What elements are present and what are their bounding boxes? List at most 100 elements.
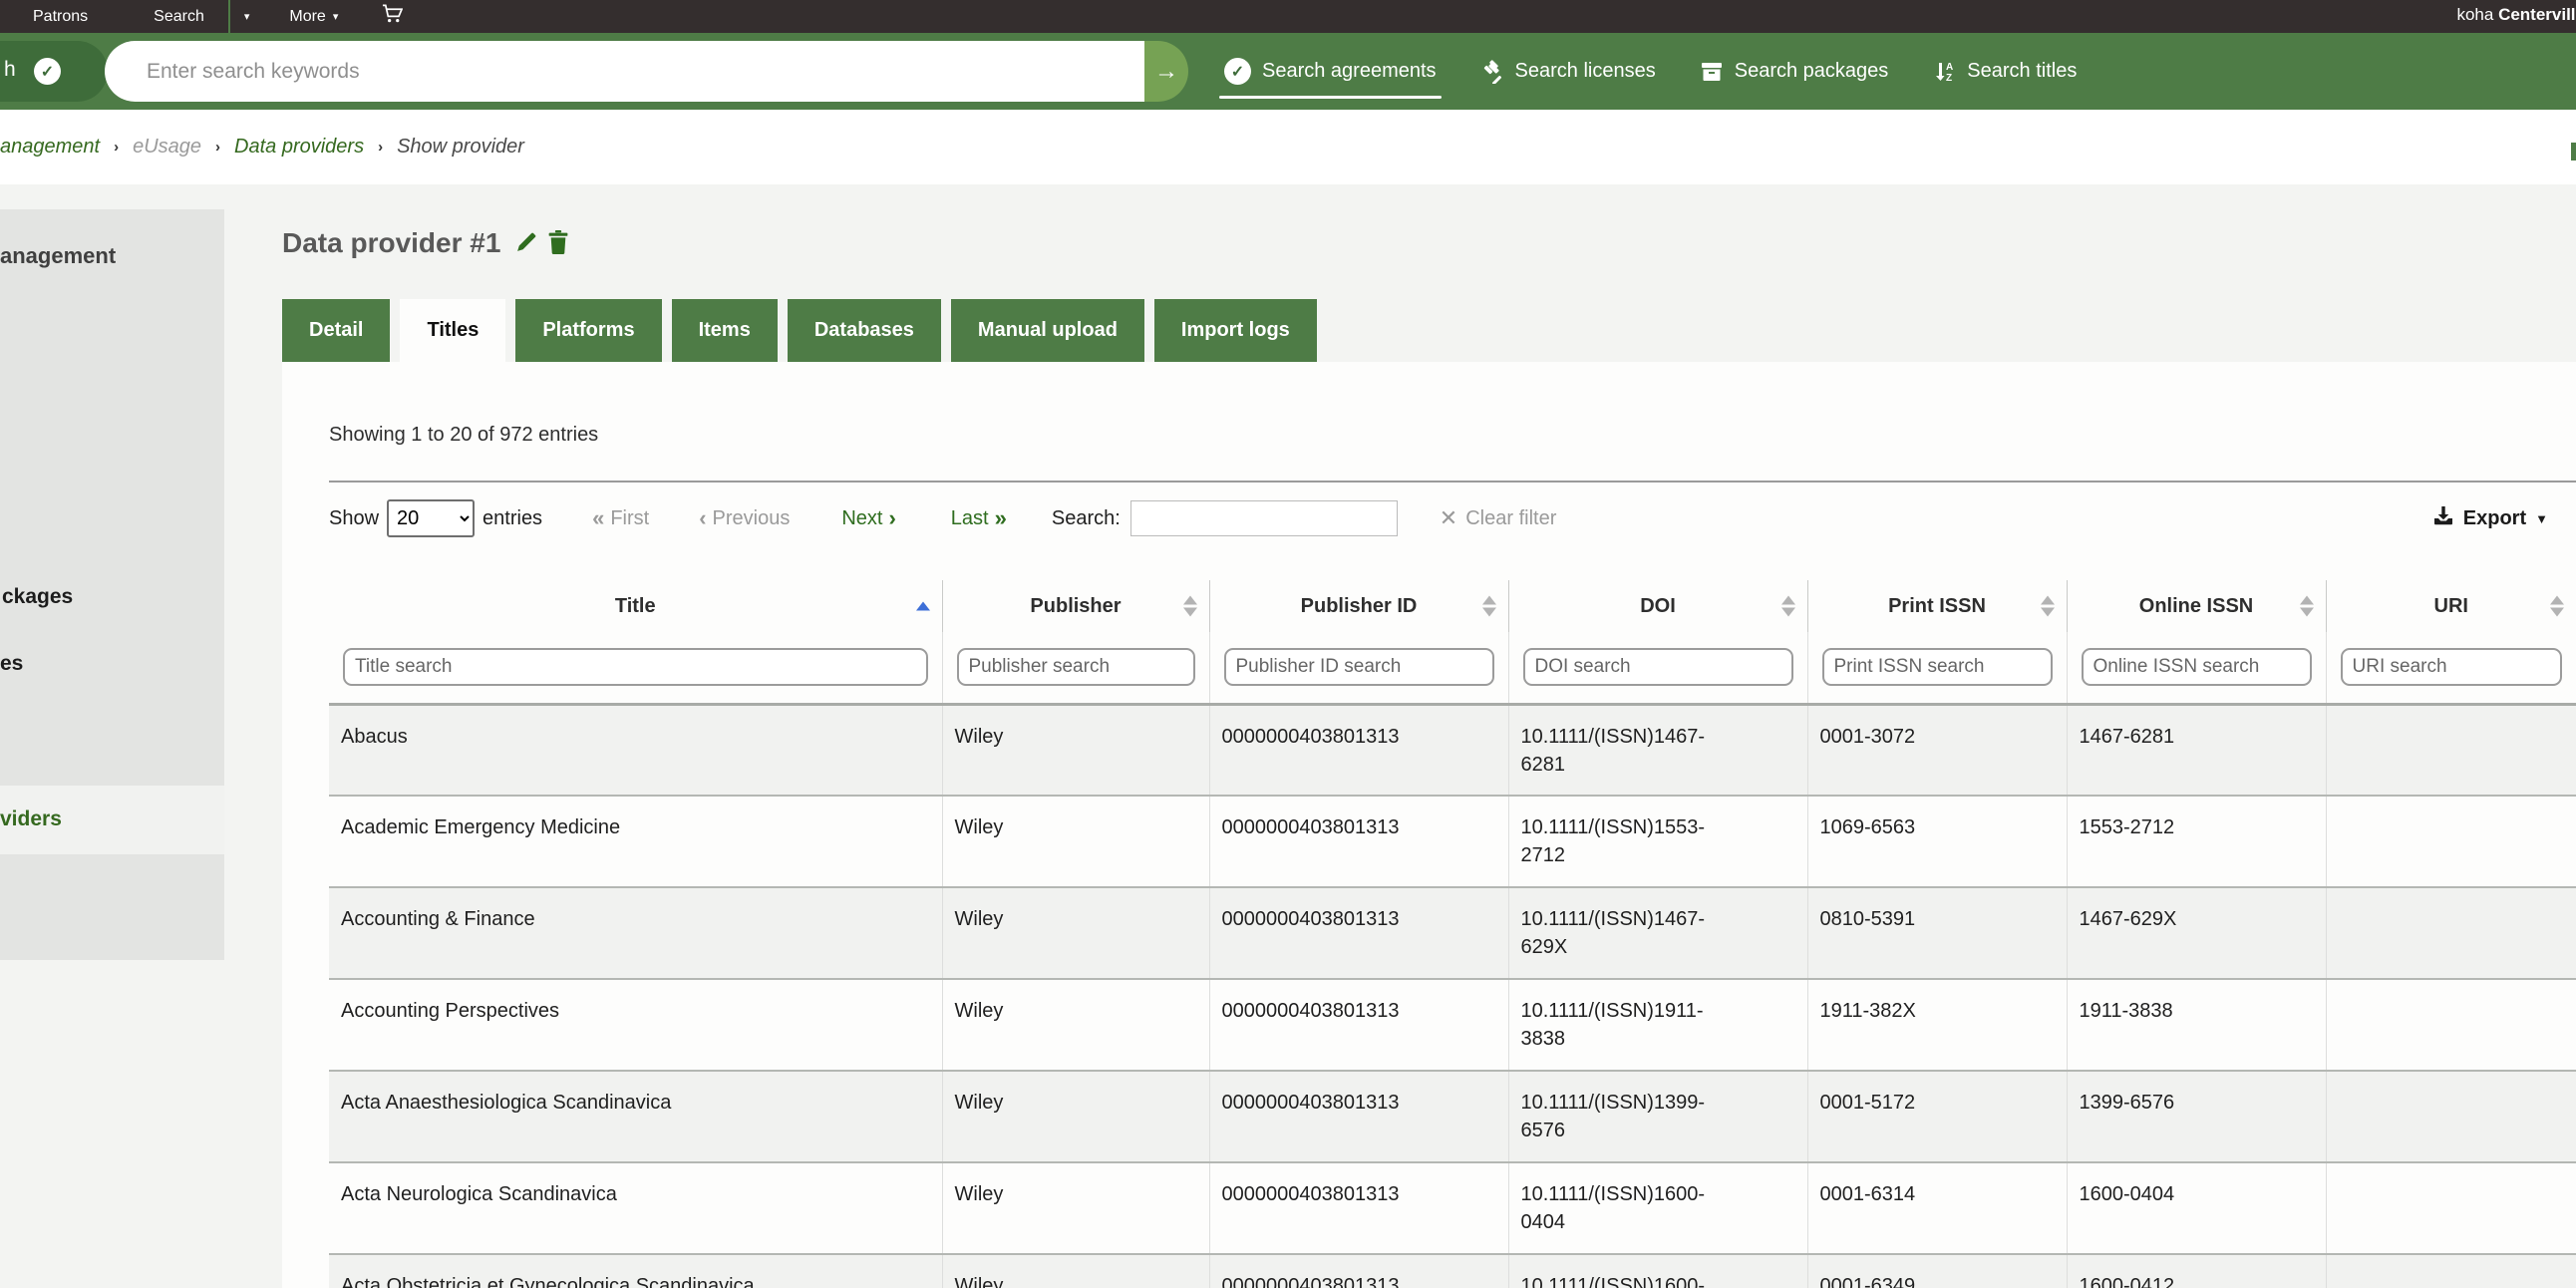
column-header-uri[interactable]: URI (2325, 580, 2576, 632)
cell-online-issn: 1600-0404 (2066, 1161, 2326, 1254)
pagination-next[interactable]: Next › (841, 505, 895, 531)
pagination-previous[interactable]: ‹ Previous (699, 505, 790, 531)
scrollbar-fragment[interactable] (2571, 143, 2576, 161)
cell-publisher: Wiley (941, 1253, 1209, 1288)
table-row[interactable]: Accounting Perspectives Wiley 0000000403… (329, 978, 2576, 1071)
search-scope-label-fragment: h (4, 58, 16, 81)
search-scope-pill[interactable]: h ✓ (0, 41, 108, 102)
cell-publisher: Wiley (941, 702, 1209, 796)
tab-titles[interactable]: Titles (400, 299, 506, 362)
sidebar-item-titles[interactable]: es (0, 652, 23, 676)
online-issn-filter-input[interactable] (2081, 648, 2312, 687)
cell-title: Acta Neurologica Scandinavica (329, 1161, 942, 1254)
clear-filter-button[interactable]: ✕ Clear filter (1440, 505, 1557, 531)
table-row[interactable]: Acta Neurologica Scandinavica Wiley 0000… (329, 1161, 2576, 1254)
pencil-icon (514, 229, 539, 257)
table-controls: Show 20 entries « First ‹ Previous Next … (329, 498, 2576, 538)
column-header-online-issn[interactable]: Online ISSN (2066, 580, 2326, 632)
table-row[interactable]: Abacus Wiley 0000000403801313 10.1111/(I… (329, 702, 2576, 796)
detail-tabs: Detail Titles Platforms Items Databases … (282, 299, 1317, 362)
sidebar-active-row: viders (0, 786, 224, 854)
link-search-titles[interactable]: AZ Search titles (1932, 60, 2077, 84)
uri-filter-input[interactable] (2340, 648, 2562, 687)
publisher-filter-input[interactable] (956, 648, 1195, 687)
cell-online-issn: 1467-629X (2066, 886, 2326, 979)
svg-text:A: A (1946, 62, 1953, 73)
cell-publisher: Wiley (941, 1070, 1209, 1162)
cell-title: Abacus (329, 702, 942, 796)
export-button[interactable]: Export ▼ (2432, 504, 2548, 532)
title-actions (514, 229, 569, 257)
breadcrumb-erm[interactable]: anagement (0, 136, 100, 159)
tab-manual-upload[interactable]: Manual upload (950, 299, 1144, 362)
sidebar-item-data-providers[interactable]: viders (0, 786, 224, 831)
search-quick-links: ✓ Search agreements Search licenses Sear… (1219, 33, 2077, 110)
print-issn-filter-input[interactable] (1821, 648, 2053, 687)
breadcrumb: anagement › eUsage › Data providers › Sh… (0, 110, 2576, 184)
double-chevron-left-icon: « (592, 505, 605, 530)
cell-doi: 10.1111/(ISSN)1553-2712 (1507, 795, 1807, 887)
cell-publisher-id: 0000000403801313 (1208, 978, 1508, 1071)
tab-detail[interactable]: Detail (282, 299, 391, 362)
sidebar-heading[interactable]: anagement (0, 243, 116, 269)
cell-print-issn: 0001-6314 (1806, 1161, 2067, 1254)
table-row[interactable]: Acta Obstetricia et Gynecologica Scandin… (329, 1253, 2576, 1288)
cell-doi: 10.1111/(ISSN)1467-629X (1507, 886, 1807, 979)
table-row[interactable]: Academic Emergency Medicine Wiley 000000… (329, 795, 2576, 887)
breadcrumb-data-providers[interactable]: Data providers (234, 136, 364, 159)
link-search-licenses[interactable]: Search licenses (1480, 59, 1656, 84)
cell-publisher-id: 0000000403801313 (1208, 1161, 1508, 1254)
keyword-search-input[interactable] (105, 41, 1144, 102)
column-header-print-issn[interactable]: Print ISSN (1806, 580, 2067, 632)
menu-more[interactable]: More ▾ (289, 8, 338, 26)
link-search-packages[interactable]: Search packages (1700, 60, 1888, 84)
check-circle-icon: ✓ (1224, 58, 1251, 85)
search-dropdown-caret-icon[interactable]: ▾ (244, 10, 250, 23)
table-row[interactable]: Acta Anaesthesiologica Scandinavica Wile… (329, 1070, 2576, 1162)
breadcrumb-eusage[interactable]: eUsage (133, 136, 201, 159)
link-search-agreements[interactable]: ✓ Search agreements (1219, 58, 1442, 99)
menu-divider (227, 0, 230, 33)
pagination-last[interactable]: Last » (951, 505, 1007, 531)
publisher-id-filter-input[interactable] (1223, 648, 1494, 687)
cell-publisher: Wiley (941, 795, 1209, 887)
chevron-left-icon: ‹ (699, 505, 707, 530)
cell-uri (2325, 702, 2576, 796)
menu-search[interactable]: Search (154, 8, 204, 26)
cell-online-issn: 1467-6281 (2066, 702, 2326, 796)
delete-button[interactable] (547, 229, 569, 257)
tab-platforms[interactable]: Platforms (515, 299, 662, 362)
cell-title: Accounting & Finance (329, 886, 942, 979)
cell-doi: 10.1111/(ISSN)1600-0412 (1507, 1253, 1807, 1288)
breadcrumb-show-provider: Show provider (397, 136, 524, 158)
edit-button[interactable] (514, 229, 539, 257)
sort-both-icon (1780, 595, 1795, 617)
menu-patrons[interactable]: Patrons (33, 8, 88, 26)
cell-publisher-id: 0000000403801313 (1208, 886, 1508, 979)
search-banner: h ✓ → ✓ Search agreements Search license… (0, 33, 2576, 110)
column-header-publisher-id[interactable]: Publisher ID (1208, 580, 1508, 632)
cell-publisher-id: 0000000403801313 (1208, 1253, 1508, 1288)
cell-uri (2325, 795, 2576, 887)
column-header-title[interactable]: Title (329, 580, 942, 632)
search-submit-button[interactable]: → (1144, 41, 1188, 102)
tab-items[interactable]: Items (671, 299, 778, 362)
cell-publisher: Wiley (941, 978, 1209, 1071)
tab-import-logs[interactable]: Import logs (1153, 299, 1317, 362)
table-header-row: Title Publisher Publisher ID DOI Print I… (329, 580, 2576, 632)
page-size-select[interactable]: 20 (387, 499, 476, 537)
cell-online-issn: 1399-6576 (2066, 1070, 2326, 1162)
cart-button[interactable] (382, 4, 404, 29)
sidebar-item-packages[interactable]: ckages (2, 585, 73, 609)
column-header-publisher[interactable]: Publisher (941, 580, 1209, 632)
showing-entries-text: Showing 1 to 20 of 972 entries (329, 424, 599, 446)
cell-doi: 10.1111/(ISSN)1399-6576 (1507, 1070, 1807, 1162)
doi-filter-input[interactable] (1522, 648, 1793, 687)
title-filter-input[interactable] (343, 648, 928, 687)
table-search-input[interactable] (1129, 500, 1398, 536)
table-row[interactable]: Accounting & Finance Wiley 0000000403801… (329, 886, 2576, 979)
column-header-doi[interactable]: DOI (1507, 580, 1807, 632)
tab-databases[interactable]: Databases (787, 299, 941, 362)
x-icon: ✕ (1439, 505, 1458, 530)
pagination-first[interactable]: « First (592, 505, 649, 531)
